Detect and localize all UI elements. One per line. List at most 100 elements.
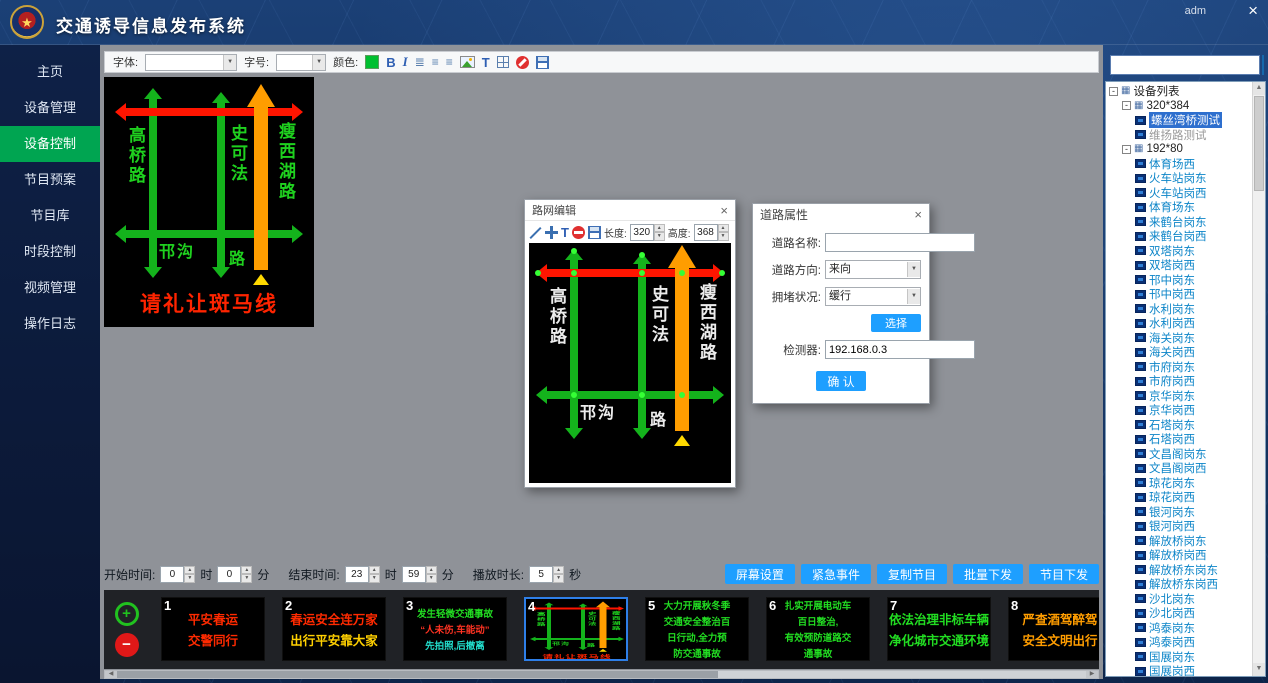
sign-preview-canvas[interactable]: 高桥路史可法瘦西湖路邗沟路请礼让斑马线	[104, 77, 314, 327]
scroll-right-icon[interactable]: ▶	[1086, 671, 1098, 678]
program-thumb-3[interactable]: 3发生轻微交通事故“人未伤,车能动”先拍照,后撤离	[403, 597, 507, 661]
action-button-批量下发[interactable]: 批量下发	[953, 564, 1023, 584]
start-hour-spinner[interactable]: 0 ▲▼	[160, 566, 195, 583]
road-editor-canvas[interactable]: 高桥路史可法瘦西湖路邗沟路	[529, 243, 731, 483]
spin-down-icon[interactable]: ▼	[553, 574, 564, 583]
tree-device-item[interactable]: 银河岗东	[1109, 505, 1250, 520]
tree-device-item[interactable]: 火车站岗西	[1109, 186, 1250, 201]
end-minute-spinner[interactable]: 59 ▲▼	[402, 566, 437, 583]
edit-handle-dot[interactable]	[571, 270, 577, 276]
tree-device-item[interactable]: 螺丝湾桥测试	[1109, 113, 1250, 128]
italic-button[interactable]: I	[403, 54, 408, 70]
tree-device-item[interactable]: 解放桥岗东	[1109, 534, 1250, 549]
sidebar-item-设备管理[interactable]: 设备管理	[0, 90, 100, 126]
tree-device-item[interactable]: 双塔岗西	[1109, 258, 1250, 273]
length-spinner[interactable]: 320 ▲▼	[630, 224, 665, 241]
edit-handle-dot[interactable]	[639, 252, 645, 258]
tree-device-item[interactable]: 文昌阁岗西	[1109, 461, 1250, 476]
tree-device-item[interactable]: 国展岗东	[1109, 650, 1250, 665]
scroll-up-icon[interactable]: ▲	[1253, 82, 1265, 95]
layout-grid-icon[interactable]	[497, 56, 509, 68]
tree-device-item[interactable]: 国展岗西	[1109, 664, 1250, 676]
tree-device-item[interactable]: 石塔岗西	[1109, 432, 1250, 447]
end-hour-spinner[interactable]: 23 ▲▼	[345, 566, 380, 583]
edit-handle-dot[interactable]	[639, 270, 645, 276]
tree-device-item[interactable]: 海关岗西	[1109, 345, 1250, 360]
scroll-down-icon[interactable]: ▼	[1253, 663, 1265, 676]
tree-device-item[interactable]: 琼花岗西	[1109, 490, 1250, 505]
action-button-屏幕设置[interactable]: 屏幕设置	[725, 564, 795, 584]
tree-device-item[interactable]: 沙北岗东	[1109, 592, 1250, 607]
save-icon[interactable]	[536, 56, 549, 69]
scrollbar-thumb[interactable]	[1254, 96, 1264, 191]
program-thumb-7[interactable]: 7依法治理非标车辆净化城市交通环境	[887, 597, 991, 661]
tree-device-item[interactable]: 鸿泰岗西	[1109, 635, 1250, 650]
tree-device-item[interactable]: 解放桥东岗西	[1109, 577, 1250, 592]
road-direction-select[interactable]: 来向▼	[825, 260, 921, 279]
tree-device-item[interactable]: 京华岗东	[1109, 389, 1250, 404]
scrollbar-thumb[interactable]	[117, 671, 718, 678]
edit-handle-dot[interactable]	[535, 270, 541, 276]
tree-device-item[interactable]: 海关岗东	[1109, 331, 1250, 346]
edit-handle-dot[interactable]	[571, 392, 577, 398]
sidebar-item-节目预案[interactable]: 节目预案	[0, 162, 100, 198]
tree-device-item[interactable]: 火车站岗东	[1109, 171, 1250, 186]
sidebar-item-主页[interactable]: 主页	[0, 54, 100, 90]
confirm-button[interactable]: 确 认	[816, 371, 865, 391]
spin-down-icon[interactable]: ▼	[184, 574, 195, 583]
search-button[interactable]	[1262, 55, 1264, 75]
tree-node-192*80[interactable]: -▦192*80	[1109, 142, 1250, 157]
close-icon[interactable]: ×	[914, 207, 922, 222]
height-spinner[interactable]: 368 ▲▼	[694, 224, 729, 241]
spin-up-icon[interactable]: ▲	[241, 566, 252, 575]
tree-device-item[interactable]: 体育场西	[1109, 157, 1250, 172]
tree-device-item[interactable]: 体育场东	[1109, 200, 1250, 215]
tree-device-item[interactable]: 石塔岗东	[1109, 418, 1250, 433]
spin-down-icon[interactable]: ▼	[241, 574, 252, 583]
duration-spinner[interactable]: 5 ▲▼	[529, 566, 564, 583]
tree-device-item[interactable]: 邗中岗东	[1109, 273, 1250, 288]
tree-device-item[interactable]: 鸿泰岗东	[1109, 621, 1250, 636]
sidebar-item-设备控制[interactable]: 设备控制	[0, 126, 100, 162]
tree-device-item[interactable]: 来鹤台岗东	[1109, 215, 1250, 230]
save-icon[interactable]	[588, 226, 601, 239]
tree-device-item[interactable]: 京华岗西	[1109, 403, 1250, 418]
tree-expander-icon[interactable]: -	[1122, 101, 1131, 110]
color-swatch[interactable]	[365, 55, 379, 69]
tree-device-item[interactable]: 解放桥东岗东	[1109, 563, 1250, 578]
spin-up-icon[interactable]: ▲	[369, 566, 380, 575]
horizontal-scrollbar[interactable]: ◀ ▶	[104, 670, 1099, 679]
tree-expander-icon[interactable]: -	[1122, 145, 1131, 154]
tree-device-item[interactable]: 文昌阁岗东	[1109, 447, 1250, 462]
tree-device-item[interactable]: 水利岗西	[1109, 316, 1250, 331]
program-thumb-2[interactable]: 2春运安全连万家出行平安靠大家	[282, 597, 386, 661]
spin-down-icon[interactable]: ▼	[718, 232, 729, 241]
draw-line-icon[interactable]	[529, 226, 542, 239]
close-icon[interactable]: ×	[1248, 1, 1258, 21]
program-thumb-5[interactable]: 5大力开展秋冬季交通安全整治百日行动,全力预防交通事故	[645, 597, 749, 661]
tree-device-item[interactable]: 琼花岗东	[1109, 476, 1250, 491]
tree-node-320*384[interactable]: -▦320*384	[1109, 99, 1250, 114]
insert-image-icon[interactable]	[460, 56, 475, 68]
spin-up-icon[interactable]: ▲	[654, 224, 665, 233]
edit-handle-dot[interactable]	[639, 392, 645, 398]
tree-device-item[interactable]: 市府岗西	[1109, 374, 1250, 389]
program-thumb-8[interactable]: 8严查酒驾醉驾安全文明出行	[1008, 597, 1099, 661]
align-right-icon[interactable]: ≡	[446, 55, 453, 69]
spin-up-icon[interactable]: ▲	[426, 566, 437, 575]
sidebar-item-时段控制[interactable]: 时段控制	[0, 234, 100, 270]
action-button-紧急事件[interactable]: 紧急事件	[801, 564, 871, 584]
remove-program-button[interactable]: −	[115, 633, 139, 657]
sidebar-item-节目库[interactable]: 节目库	[0, 198, 100, 234]
program-thumb-1[interactable]: 1平安春运交警同行	[161, 597, 265, 661]
vertical-scrollbar[interactable]: ▲ ▼	[1252, 82, 1265, 676]
font-select[interactable]: ▼	[145, 54, 237, 71]
move-cross-icon[interactable]	[545, 226, 558, 239]
congestion-select[interactable]: 缓行▼	[825, 287, 921, 306]
size-select[interactable]: ▼	[276, 54, 326, 71]
text-tool-button[interactable]: T	[561, 225, 569, 240]
program-thumb-6[interactable]: 6扎实开展电动车百日整治,有效预防道路交通事故	[766, 597, 870, 661]
action-button-复制节目[interactable]: 复制节目	[877, 564, 947, 584]
remove-icon[interactable]	[572, 226, 585, 239]
tree-node-设备列表[interactable]: -▦设备列表	[1109, 84, 1250, 99]
